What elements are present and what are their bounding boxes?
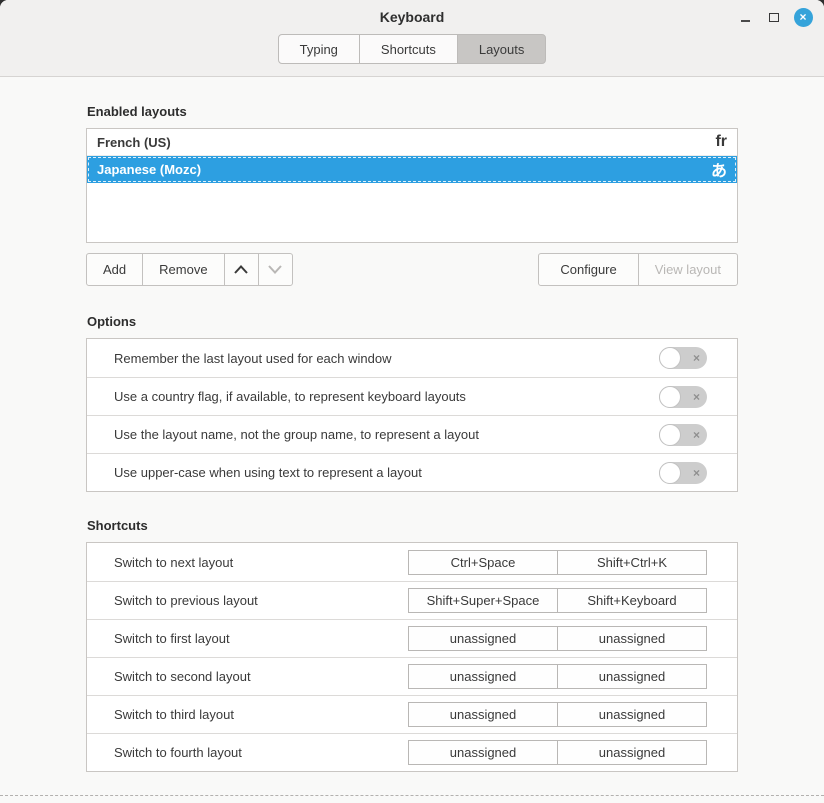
shortcuts-header: Shortcuts: [87, 518, 738, 533]
option-label: Use the layout name, not the group name,…: [114, 427, 479, 442]
toggle-country-flag[interactable]: ×: [659, 386, 707, 408]
toggle-layout-name[interactable]: ×: [659, 424, 707, 446]
window-controls: ×: [735, 7, 813, 27]
keybinding-button-secondary[interactable]: unassigned: [557, 664, 707, 689]
keybinding-button-secondary[interactable]: Shift+Keyboard: [557, 588, 707, 613]
layout-name: Japanese (Mozc): [97, 162, 201, 177]
toggle-off-mark: ×: [693, 466, 700, 478]
keybinding-group: unassigned unassigned: [408, 626, 707, 651]
maximize-button[interactable]: [764, 7, 784, 27]
keybinding-button-primary[interactable]: unassigned: [408, 626, 558, 651]
toggle-knob: [659, 386, 681, 408]
option-label: Use a country flag, if available, to rep…: [114, 389, 466, 404]
option-row-country-flag: Use a country flag, if available, to rep…: [87, 377, 737, 415]
shortcut-row-fourth-layout: Switch to fourth layout unassigned unass…: [87, 733, 737, 771]
shortcut-row-second-layout: Switch to second layout unassigned unass…: [87, 657, 737, 695]
close-button[interactable]: ×: [793, 7, 813, 27]
keybinding-button-primary[interactable]: Ctrl+Space: [408, 550, 558, 575]
configure-button[interactable]: Configure: [538, 253, 638, 286]
keybinding-button-secondary[interactable]: unassigned: [557, 702, 707, 727]
layout-row-french[interactable]: French (US) fr: [87, 129, 737, 156]
shortcut-label: Switch to previous layout: [114, 593, 258, 608]
shortcuts-section: Shortcuts Switch to next layout Ctrl+Spa…: [86, 518, 738, 772]
layout-name: French (US): [97, 135, 171, 150]
close-icon: ×: [794, 8, 813, 27]
keybinding-button-primary[interactable]: unassigned: [408, 740, 558, 765]
chevron-down-icon: [268, 265, 282, 274]
keybinding-button-primary[interactable]: Shift+Super+Space: [408, 588, 558, 613]
keybinding-button-secondary[interactable]: Shift+Ctrl+K: [557, 550, 707, 575]
keybinding-group: Ctrl+Space Shift+Ctrl+K: [408, 550, 707, 575]
minimize-button[interactable]: [735, 7, 755, 27]
shortcut-label: Switch to third layout: [114, 707, 234, 722]
keyboard-settings-window: Keyboard × Typing Shortcuts Layouts Enab…: [0, 0, 824, 803]
keybinding-button-secondary[interactable]: unassigned: [557, 626, 707, 651]
options-panel: Remember the last layout used for each w…: [86, 338, 738, 492]
enabled-layouts-list: French (US) fr Japanese (Mozc) あ: [86, 128, 738, 243]
remove-layout-button[interactable]: Remove: [142, 253, 224, 286]
toggle-off-mark: ×: [693, 428, 700, 440]
shortcut-row-third-layout: Switch to third layout unassigned unassi…: [87, 695, 737, 733]
minimize-icon: [741, 20, 750, 22]
layout-list-actions: Add Remove Configure View layout: [86, 253, 738, 286]
layout-tools-button-group: Configure View layout: [538, 253, 738, 286]
layouts-page: Enabled layouts French (US) fr Japanese …: [0, 77, 824, 772]
shortcut-label: Switch to first layout: [114, 631, 230, 646]
window-header: Keyboard × Typing Shortcuts Layouts: [0, 0, 824, 77]
keybinding-button-primary[interactable]: unassigned: [408, 664, 558, 689]
toggle-remember-last-layout[interactable]: ×: [659, 347, 707, 369]
keybinding-group: unassigned unassigned: [408, 664, 707, 689]
option-row-remember-last-layout: Remember the last layout used for each w…: [87, 339, 737, 377]
chevron-up-icon: [234, 265, 248, 274]
shortcuts-panel: Switch to next layout Ctrl+Space Shift+C…: [86, 542, 738, 772]
view-layout-button[interactable]: View layout: [638, 253, 738, 286]
options-header: Options: [87, 314, 738, 329]
tab-shortcuts[interactable]: Shortcuts: [359, 34, 458, 64]
add-layout-button[interactable]: Add: [86, 253, 143, 286]
maximize-icon: [769, 13, 779, 22]
shortcut-label: Switch to fourth layout: [114, 745, 242, 760]
toggle-upper-case[interactable]: ×: [659, 462, 707, 484]
window-title: Keyboard: [0, 9, 824, 25]
move-layout-up-button[interactable]: [224, 253, 259, 286]
options-section: Options Remember the last layout used fo…: [86, 314, 738, 492]
keybinding-group: unassigned unassigned: [408, 702, 707, 727]
move-layout-down-button[interactable]: [258, 253, 293, 286]
layout-row-japanese[interactable]: Japanese (Mozc) あ: [87, 156, 737, 183]
option-label: Remember the last layout used for each w…: [114, 351, 391, 366]
layout-indicator-badge: あ: [711, 157, 727, 181]
shortcut-label: Switch to next layout: [114, 555, 233, 570]
toggle-knob: [659, 347, 681, 369]
list-edit-button-group: Add Remove: [86, 253, 293, 286]
keybinding-group: Shift+Super+Space Shift+Keyboard: [408, 588, 707, 613]
shortcut-row-previous-layout: Switch to previous layout Shift+Super+Sp…: [87, 581, 737, 619]
enabled-layouts-header: Enabled layouts: [87, 104, 738, 119]
tab-switcher: Typing Shortcuts Layouts: [0, 34, 824, 64]
option-row-upper-case: Use upper-case when using text to repres…: [87, 453, 737, 491]
keybinding-button-secondary[interactable]: unassigned: [557, 740, 707, 765]
toggle-knob: [659, 462, 681, 484]
option-label: Use upper-case when using text to repres…: [114, 465, 422, 480]
titlebar[interactable]: Keyboard ×: [0, 0, 824, 34]
shortcut-row-first-layout: Switch to first layout unassigned unassi…: [87, 619, 737, 657]
tab-typing[interactable]: Typing: [278, 34, 360, 64]
toggle-off-mark: ×: [693, 352, 700, 364]
tab-layouts[interactable]: Layouts: [457, 34, 547, 64]
toggle-knob: [659, 424, 681, 446]
shortcut-row-next-layout: Switch to next layout Ctrl+Space Shift+C…: [87, 543, 737, 581]
layout-indicator-badge: fr: [715, 133, 727, 151]
keybinding-button-primary[interactable]: unassigned: [408, 702, 558, 727]
panel-edge-divider: [0, 795, 824, 796]
shortcut-label: Switch to second layout: [114, 669, 251, 684]
option-row-layout-name: Use the layout name, not the group name,…: [87, 415, 737, 453]
toggle-off-mark: ×: [693, 390, 700, 402]
keybinding-group: unassigned unassigned: [408, 740, 707, 765]
